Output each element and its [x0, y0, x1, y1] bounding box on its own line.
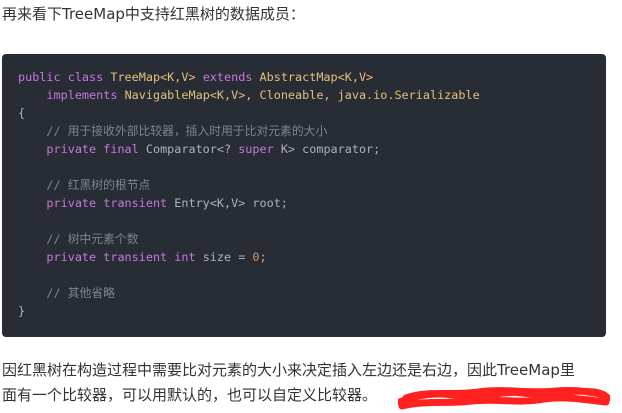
code-token: private transient: [46, 250, 175, 264]
code-line: private final Comparator<? super K> comp…: [18, 140, 606, 158]
code-token: super: [238, 142, 281, 156]
code-token: private final: [46, 142, 146, 156]
code-line: // 树中元素个数: [18, 230, 606, 248]
code-token: AbstractMap<K,V>: [259, 70, 374, 84]
code-token: // 其他省略: [18, 286, 115, 300]
code-token: }: [18, 304, 26, 318]
paragraph-line-1: 因红黑树在构造过程中需要比对元素的大小来决定插入左边还是右边，因此TreeMap…: [2, 361, 575, 379]
code-line: private transient int size = 0;: [18, 248, 606, 266]
code-token: NavigableMap<K,V>, Cloneable, java.io.Se…: [124, 88, 480, 102]
intro-text: 再来看下TreeMap中支持红黑树的数据成员：: [2, 5, 305, 23]
code-line: private transient Entry<K,V> root;: [18, 194, 606, 212]
code-token: ;: [259, 250, 267, 264]
red-scribble-redaction: [398, 387, 610, 410]
code-token: 0: [252, 250, 260, 264]
code-token: // 红黑树的根节点: [18, 178, 151, 192]
code-token: K> comparator;: [280, 142, 381, 156]
code-token: size =: [202, 250, 253, 264]
code-token: implements: [46, 88, 125, 102]
code-line: public class TreeMap<K,V> extends Abstra…: [18, 68, 606, 86]
code-token: TreeMap<K,V>: [110, 70, 203, 84]
code-token: {: [18, 106, 26, 120]
code-token: // 树中元素个数: [18, 232, 139, 246]
code-line: // 用于接收外部比较器，插入时用于比对元素的大小: [18, 122, 606, 140]
code-line: implements NavigableMap<K,V>, Cloneable,…: [18, 86, 606, 104]
code-token: // 用于接收外部比较器，插入时用于比对元素的大小: [18, 124, 328, 138]
code-token: public class: [18, 70, 111, 84]
code-token: int: [174, 250, 203, 264]
code-line: {: [18, 104, 606, 122]
code-token: Entry<K,V> root;: [174, 196, 288, 210]
code-line: }: [18, 302, 606, 320]
code-token: Comparator<?: [145, 142, 239, 156]
code-line: // 红黑树的根节点: [18, 176, 606, 194]
code-token: private transient: [46, 196, 175, 210]
code-token: extends: [202, 70, 260, 84]
code-line: // 其他省略: [18, 284, 606, 302]
code-block: public class TreeMap<K,V> extends Abstra…: [2, 54, 606, 337]
